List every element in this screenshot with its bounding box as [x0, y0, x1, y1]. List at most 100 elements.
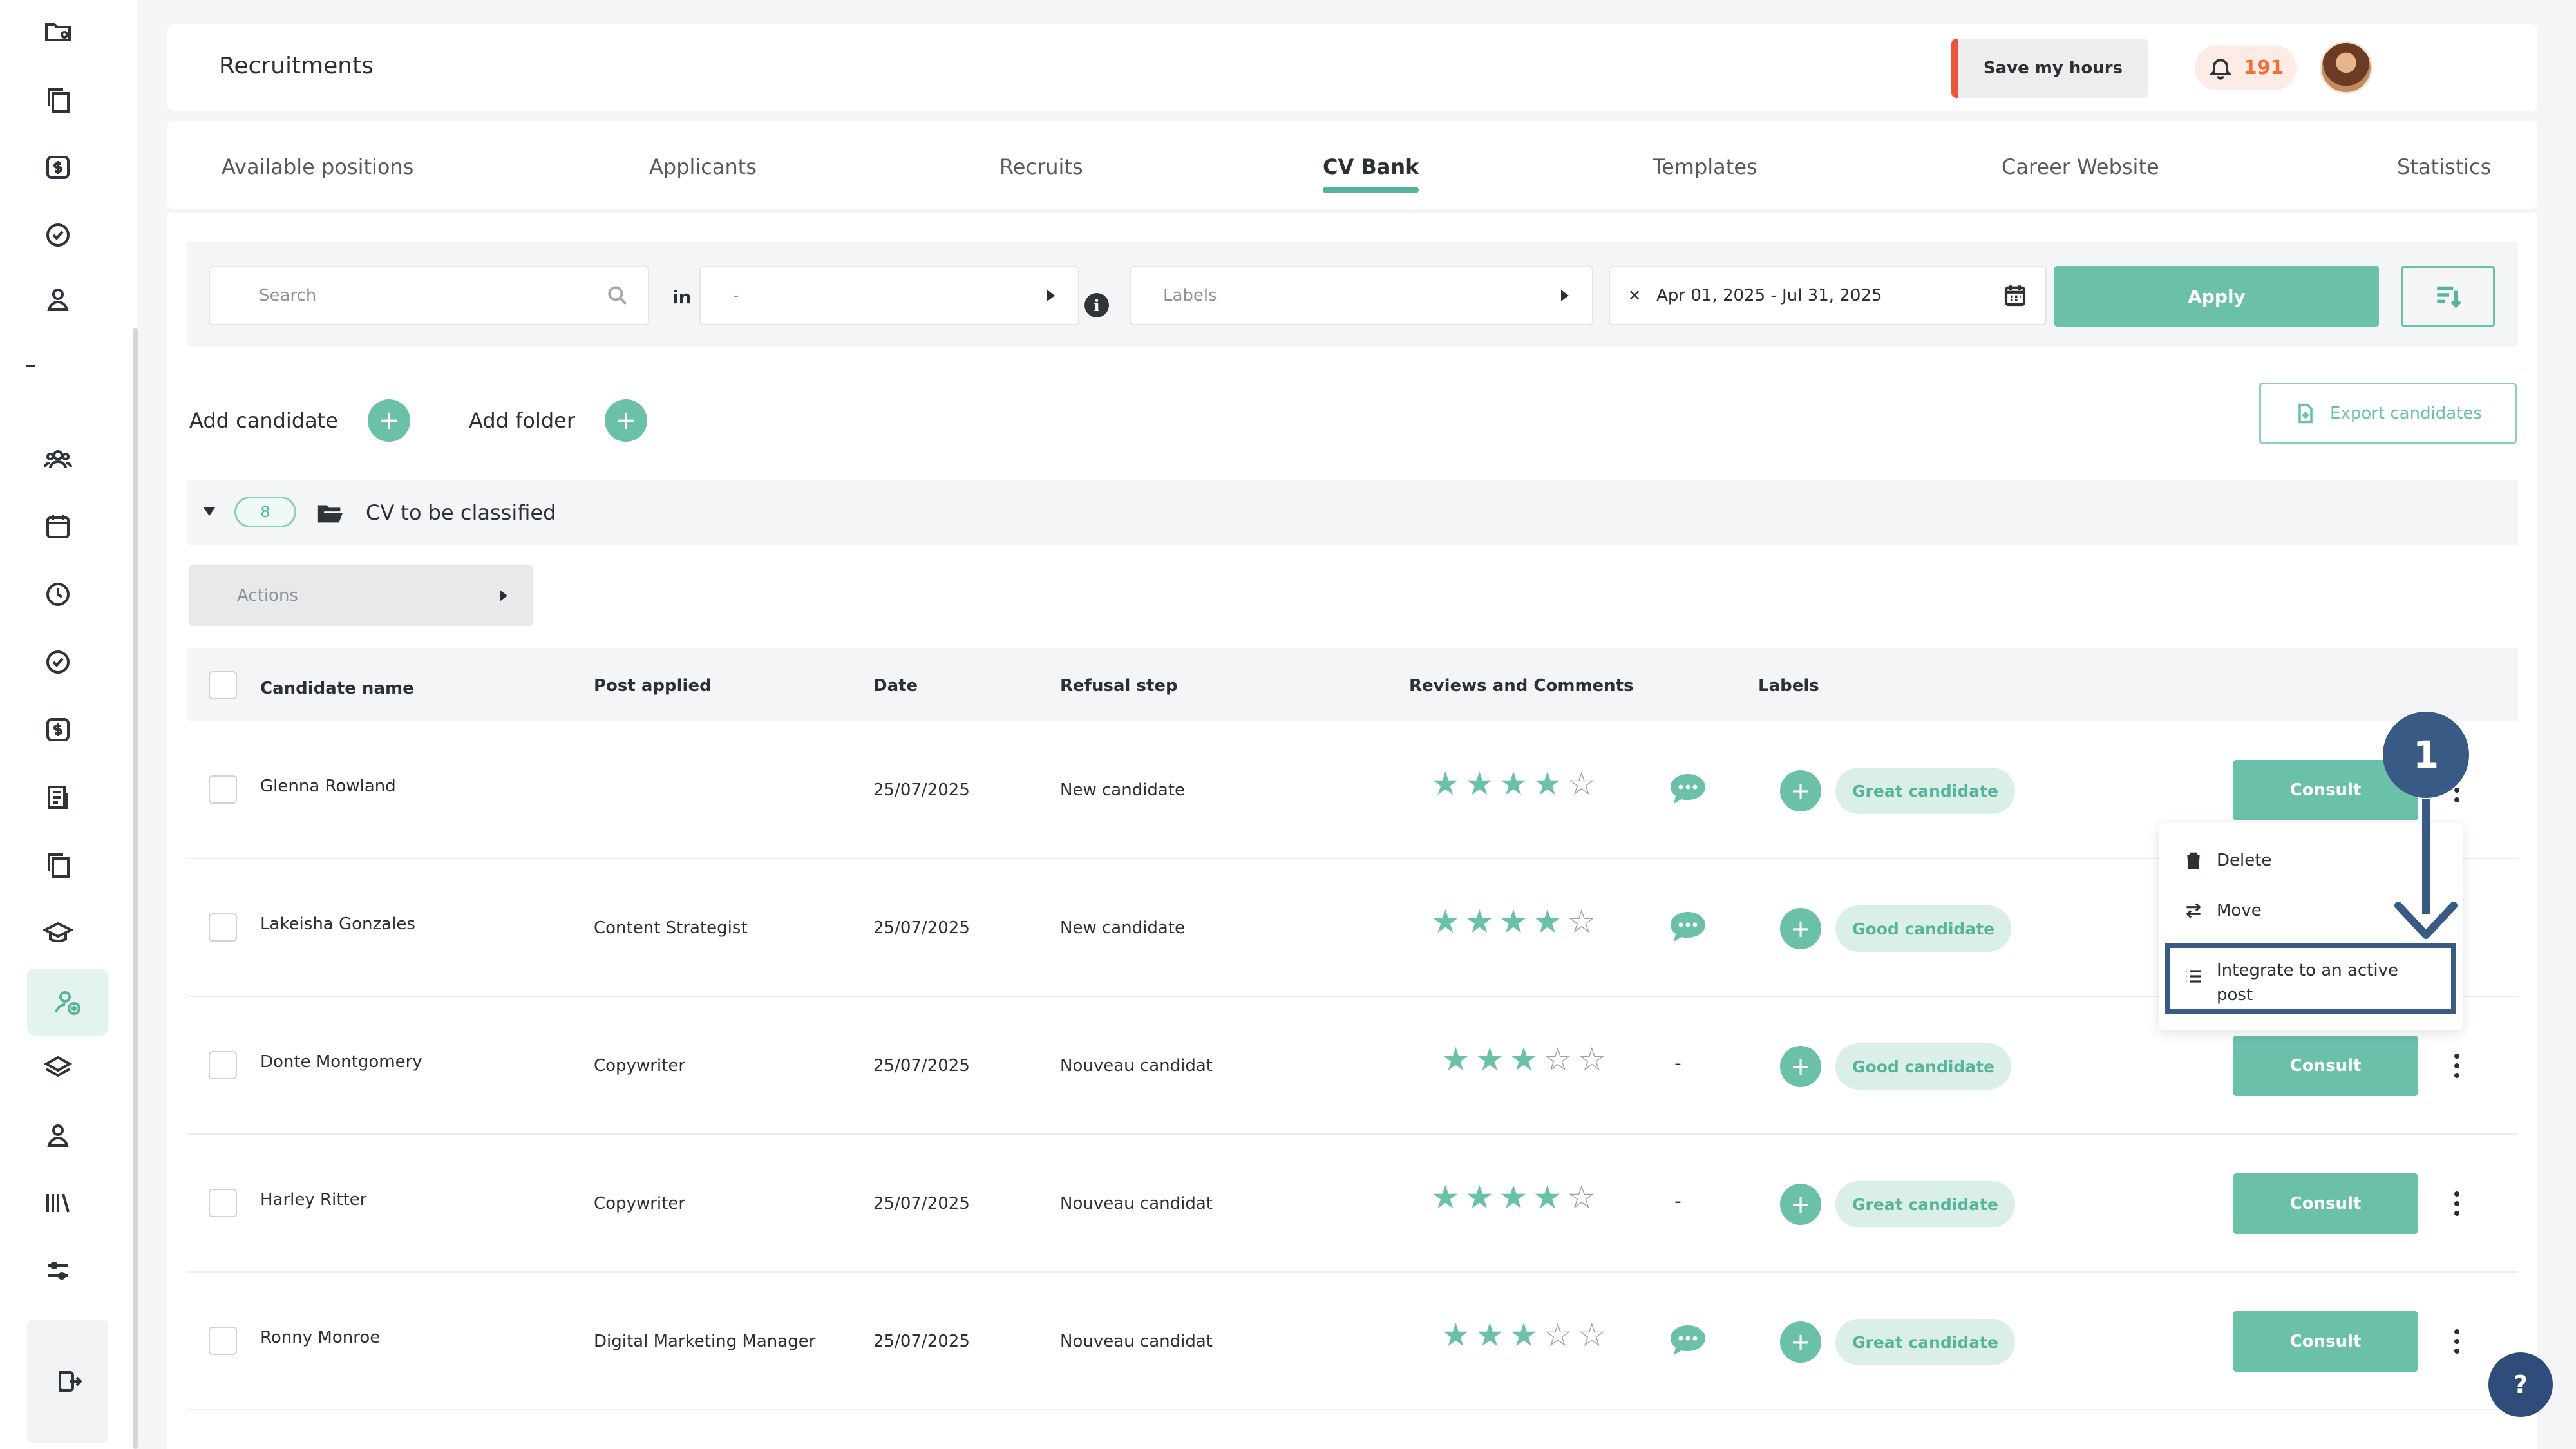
help-button[interactable]: ?: [2488, 1352, 2553, 1417]
add-label-button[interactable]: +: [1780, 908, 1821, 949]
user-icon[interactable]: [35, 277, 80, 322]
star-empty-icon[interactable]: ☆: [1567, 905, 1596, 938]
column-header[interactable]: Reviews and Comments: [1409, 676, 1634, 696]
add-label-button[interactable]: +: [1780, 1184, 1821, 1225]
star-filled-icon[interactable]: ★: [1465, 1181, 1494, 1213]
column-header[interactable]: Candidate name: [260, 679, 414, 698]
profile-icon[interactable]: [35, 1113, 80, 1158]
comment-bubble-icon[interactable]: [1668, 909, 1708, 942]
folder-row[interactable]: 8 CV to be classified: [187, 480, 2518, 545]
star-empty-icon[interactable]: ☆: [1577, 1043, 1606, 1075]
label-badge[interactable]: Great candidate: [1835, 768, 2015, 814]
consult-button[interactable]: Consult: [2233, 1311, 2418, 1372]
star-filled-icon[interactable]: ★: [1441, 1043, 1470, 1075]
star-empty-icon[interactable]: ☆: [1543, 1319, 1572, 1351]
tab-available-positions[interactable]: Available positions: [222, 155, 413, 179]
column-header[interactable]: Labels: [1758, 676, 1819, 696]
label-badge[interactable]: Great candidate: [1835, 1319, 2015, 1365]
copy-documents-icon[interactable]: [35, 842, 80, 887]
scope-select[interactable]: -: [699, 266, 1079, 325]
column-header[interactable]: Date: [873, 676, 918, 696]
add-label-button[interactable]: +: [1780, 1046, 1821, 1087]
payments-icon[interactable]: [35, 707, 80, 752]
tab-applicants[interactable]: Applicants: [649, 155, 757, 179]
column-header[interactable]: Refusal step: [1060, 676, 1178, 696]
more-options-icon[interactable]: [2447, 1188, 2467, 1220]
star-filled-icon[interactable]: ★: [1533, 1181, 1562, 1213]
apply-button[interactable]: Apply: [2054, 266, 2379, 327]
row-checkbox[interactable]: [209, 1189, 237, 1217]
add-label-button[interactable]: +: [1780, 770, 1821, 811]
menu-item-delete[interactable]: Delete: [2183, 850, 2271, 871]
star-filled-icon[interactable]: ★: [1499, 768, 1528, 800]
team-icon[interactable]: [35, 437, 80, 482]
label-badge[interactable]: Good candidate: [1835, 905, 2012, 952]
star-filled-icon[interactable]: ★: [1431, 1181, 1460, 1213]
avatar[interactable]: [2320, 41, 2372, 94]
tab-recruits[interactable]: Recruits: [999, 155, 1083, 179]
star-empty-icon[interactable]: ☆: [1577, 1319, 1606, 1351]
row-checkbox[interactable]: [209, 775, 237, 804]
report-icon[interactable]: [35, 775, 80, 820]
labels-select[interactable]: Labels: [1130, 266, 1593, 325]
more-options-icon[interactable]: [2447, 1050, 2467, 1082]
candidate-name[interactable]: Glenna Rowland: [260, 777, 396, 796]
star-filled-icon[interactable]: ★: [1475, 1319, 1504, 1351]
settings-sliders-icon[interactable]: [35, 1248, 80, 1293]
star-empty-icon[interactable]: ☆: [1567, 768, 1596, 800]
logout-icon[interactable]: [46, 1359, 91, 1404]
documents-icon[interactable]: [35, 77, 80, 122]
star-filled-icon[interactable]: ★: [1533, 768, 1562, 800]
star-empty-icon[interactable]: ☆: [1543, 1043, 1572, 1075]
column-header[interactable]: Post applied: [594, 676, 712, 696]
candidate-name[interactable]: Lakeisha Gonzales: [260, 914, 415, 934]
label-badge[interactable]: Great candidate: [1835, 1181, 2015, 1227]
calendar-icon[interactable]: [2002, 282, 2029, 309]
collapse-caret-icon[interactable]: [204, 507, 215, 516]
tab-career-website[interactable]: Career Website: [2002, 155, 2159, 179]
table-row[interactable]: Ronny Monroe Digital Marketing Manager 2…: [187, 1273, 2518, 1410]
sort-button[interactable]: [2401, 266, 2495, 327]
star-empty-icon[interactable]: ☆: [1567, 1181, 1596, 1213]
candidate-name[interactable]: Donte Montgomery: [260, 1052, 422, 1072]
consult-button[interactable]: Consult: [2233, 1036, 2418, 1096]
recruitment-icon[interactable]: [27, 969, 108, 1036]
billing-icon[interactable]: [35, 145, 80, 190]
calendar-icon[interactable]: [35, 504, 80, 549]
star-filled-icon[interactable]: ★: [1475, 1043, 1504, 1075]
star-filled-icon[interactable]: ★: [1465, 768, 1494, 800]
export-candidates-button[interactable]: Export candidates: [2259, 383, 2517, 444]
comment-bubble-icon[interactable]: [1668, 772, 1708, 804]
star-filled-icon[interactable]: ★: [1510, 1319, 1539, 1351]
info-icon[interactable]: i: [1084, 293, 1109, 317]
tab-templates[interactable]: Templates: [1653, 155, 1757, 179]
row-checkbox[interactable]: [209, 1327, 237, 1355]
notifications-button[interactable]: 191: [2195, 45, 2297, 90]
library-icon[interactable]: [35, 1180, 80, 1226]
menu-item-integrate[interactable]: Integrate to an active post: [2183, 958, 2423, 1007]
date-range-input[interactable]: ✕ Apr 01, 2025 - Jul 31, 2025: [1609, 266, 2047, 325]
sidebar-scrollbar[interactable]: [133, 328, 138, 1449]
tab-statistics[interactable]: Statistics: [2397, 155, 2491, 179]
table-row[interactable]: Harley Ritter Copywriter 25/07/2025 Nouv…: [187, 1135, 2518, 1273]
layers-icon[interactable]: [35, 1045, 80, 1090]
search-input[interactable]: Search: [209, 266, 649, 325]
clear-date-icon[interactable]: ✕: [1628, 287, 1641, 305]
tab-cv-bank[interactable]: CV Bank: [1323, 155, 1419, 193]
check-circle-icon[interactable]: [35, 639, 80, 685]
add-label-button[interactable]: +: [1780, 1321, 1821, 1363]
clock-icon[interactable]: [35, 572, 80, 617]
star-filled-icon[interactable]: ★: [1431, 768, 1460, 800]
consult-button[interactable]: Consult: [2233, 1173, 2418, 1234]
bulk-actions-select[interactable]: Actions: [189, 565, 533, 626]
folder-user-icon[interactable]: [35, 10, 80, 55]
star-filled-icon[interactable]: ★: [1499, 1181, 1528, 1213]
candidate-name[interactable]: Harley Ritter: [260, 1190, 366, 1209]
more-options-icon[interactable]: [2447, 1325, 2467, 1358]
label-badge[interactable]: Good candidate: [1835, 1043, 2012, 1090]
star-filled-icon[interactable]: ★: [1533, 905, 1562, 938]
save-my-hours-button[interactable]: Save my hours: [1951, 39, 2148, 98]
comment-bubble-icon[interactable]: [1668, 1323, 1708, 1355]
menu-item-move[interactable]: Move: [2183, 900, 2262, 921]
language-selector[interactable]: EN ⌄: [2563, 48, 2576, 88]
